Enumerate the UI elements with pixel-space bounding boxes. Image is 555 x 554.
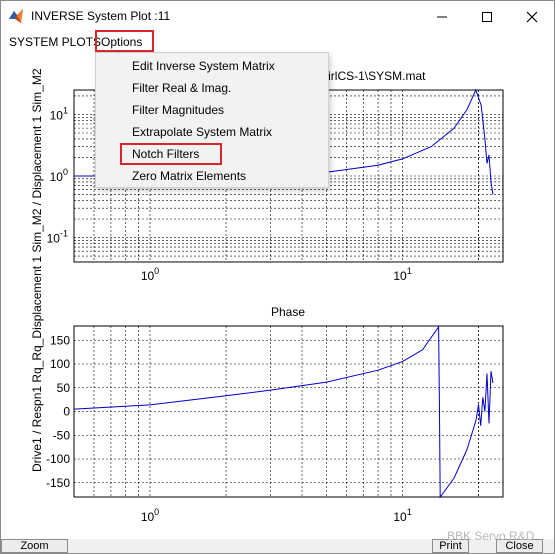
maximize-button[interactable] xyxy=(464,1,509,32)
close-icon xyxy=(526,11,537,22)
phase-tick-labels: 100 101 -150 -100 -50 0 50 100 150 xyxy=(46,333,412,524)
y-tick-label: -150 xyxy=(46,476,70,490)
menu-item-filter-magnitudes[interactable]: Filter Magnitudes xyxy=(132,100,224,120)
y-tick-label: 100 xyxy=(50,357,70,371)
y-axis-label: Drive1 / Respn1 Rq_Rq_Displacement 1 Sim… xyxy=(30,68,44,472)
x-tick-label: 100 xyxy=(141,507,159,524)
menu-bar: SYSTEM PLOTS Options xyxy=(1,30,554,52)
y-tick-label: 10-1 xyxy=(47,229,68,246)
options-dropdown-menu: Edit Inverse System Matrix Filter Real &… xyxy=(95,52,329,188)
y-tick-label: 50 xyxy=(57,381,71,395)
minimize-icon xyxy=(436,16,447,17)
y-tick-label: -100 xyxy=(46,452,70,466)
y-tick-label: -50 xyxy=(53,428,71,442)
menu-system-plots[interactable]: SYSTEM PLOTS xyxy=(9,34,101,50)
x-tick-label: 101 xyxy=(393,507,411,524)
menu-item-extrapolate-system-matrix[interactable]: Extrapolate System Matrix xyxy=(132,122,272,142)
phase-title: Phase xyxy=(271,305,305,319)
y-tick-label: 100 xyxy=(50,167,68,184)
x-tick-label: 100 xyxy=(141,266,159,283)
menu-item-filter-real-imag[interactable]: Filter Real & Imag. xyxy=(132,78,231,98)
phase-series-line xyxy=(73,325,494,499)
options-menu-highlight-box xyxy=(95,30,154,52)
zoom-button[interactable]: Zoom xyxy=(1,539,68,553)
x-tick-label: 101 xyxy=(393,266,411,283)
window-title: INVERSE System Plot :11 xyxy=(31,9,171,23)
menu-item-edit-inverse-system-matrix[interactable]: Edit Inverse System Matrix xyxy=(132,56,275,76)
y-tick-label: 150 xyxy=(50,333,70,347)
notch-filters-highlight-box xyxy=(120,143,222,165)
watermark: BBK Servo R&D xyxy=(447,529,535,543)
plot-window: INVERSE System Plot :11 SYSTEM PLOTS Opt… xyxy=(0,0,555,554)
y-tick-label: 0 xyxy=(63,405,70,419)
close-button[interactable] xyxy=(509,1,554,32)
matlab-logo-icon xyxy=(9,9,23,23)
y-tick-label: 101 xyxy=(50,105,68,122)
menu-item-zero-matrix-elements[interactable]: Zero Matrix Elements xyxy=(132,166,246,186)
maximize-icon xyxy=(481,11,492,22)
minimize-button[interactable] xyxy=(419,1,464,32)
title-bar[interactable]: INVERSE System Plot :11 xyxy=(1,1,554,32)
